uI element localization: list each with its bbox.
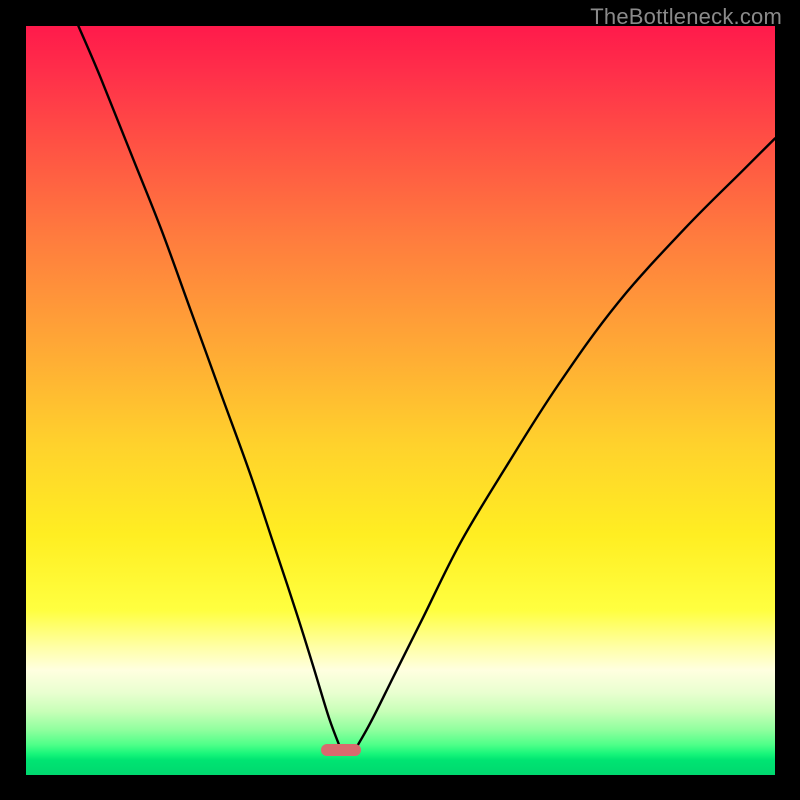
- watermark-text: TheBottleneck.com: [590, 4, 782, 30]
- plot-area: [26, 26, 775, 775]
- chart-frame: TheBottleneck.com: [0, 0, 800, 800]
- optimal-range-marker: [321, 744, 361, 756]
- score-gradient-background: [26, 26, 775, 775]
